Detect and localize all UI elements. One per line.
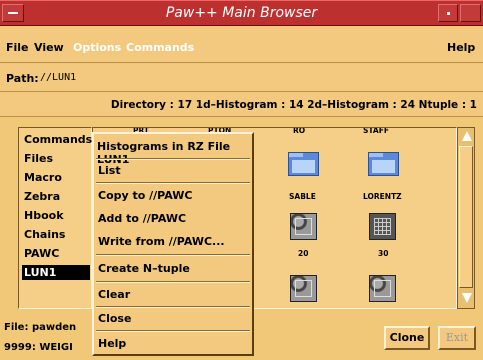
menu-item-close[interactable]: Close: [98, 312, 131, 325]
clone-button[interactable]: Clone: [384, 326, 430, 350]
icon-label-staff: STAFF: [363, 127, 389, 135]
menu-item-list[interactable]: List: [98, 164, 121, 177]
directory-summary: Directory : 17 1d–Histogram : 14 2d–Hist…: [110, 99, 477, 111]
menu-separator: [96, 330, 250, 332]
window-titlebar[interactable]: Paw++ Main Browser: [0, 0, 483, 26]
list-item-commands[interactable]: Commands: [22, 132, 92, 147]
exit-button[interactable]: Exit: [438, 326, 476, 350]
folder-icon[interactable]: [288, 152, 319, 176]
context-menu-title: Histograms in RZ File LUN1: [97, 140, 231, 166]
menu-item-clear[interactable]: Clear: [98, 288, 130, 301]
icon-label-30: 30: [378, 249, 389, 258]
icon-label-20: 20: [298, 249, 309, 258]
status-file: File: pawden: [4, 322, 77, 333]
histogram-2d-icon[interactable]: [369, 275, 396, 302]
maximize-button[interactable]: [460, 4, 481, 22]
menu-view[interactable]: View: [34, 41, 64, 54]
icon-label-ro: RO: [293, 127, 306, 135]
folder-icon[interactable]: [368, 152, 399, 176]
menu-separator: [96, 281, 250, 283]
status-object: 9999: WEIGI: [4, 342, 73, 353]
list-item-files[interactable]: Files: [22, 151, 90, 166]
menu-separator: [96, 306, 250, 308]
menu-item-copy[interactable]: Copy to //PAWC: [98, 189, 192, 202]
window-title: Paw++ Main Browser: [165, 5, 318, 21]
scroll-down-icon[interactable]: [462, 293, 472, 303]
path-value: //LUN1: [40, 72, 77, 83]
menu-item-add[interactable]: Add to //PAWC: [98, 212, 186, 225]
menu-separator: [96, 182, 250, 184]
menu-commands[interactable]: Commands: [126, 41, 194, 54]
menubar: File View Options Commands Help: [0, 27, 483, 63]
menu-file[interactable]: File: [6, 41, 29, 54]
list-item-macro[interactable]: Macro: [22, 170, 90, 185]
browsable-list: Commands Files Macro Zebra Hbook Chains …: [18, 127, 92, 309]
histogram-grid-icon[interactable]: [369, 213, 396, 240]
menu-item-write[interactable]: Write from //PAWC...: [98, 235, 225, 248]
list-item-lun1[interactable]: LUN1: [22, 265, 90, 280]
list-item-chains[interactable]: Chains: [22, 227, 90, 242]
list-item-hbook[interactable]: Hbook: [22, 208, 90, 223]
directory-summary-row: Directory : 17 1d–Histogram : 14 2d–Hist…: [0, 93, 483, 117]
minimize-button[interactable]: [438, 4, 458, 22]
menu-separator: [96, 254, 250, 256]
list-item-pawc[interactable]: PAWC: [22, 246, 90, 261]
icon-label-lorentz: LORENTZ: [363, 192, 402, 201]
path-label: Path:: [6, 72, 39, 85]
path-row: Path: //LUN1: [0, 64, 483, 92]
histogram-2d-icon[interactable]: [290, 213, 317, 240]
context-menu: Histograms in RZ File LUN1 List Copy to …: [92, 132, 254, 356]
scroll-thumb[interactable]: [459, 146, 473, 288]
menu-help[interactable]: Help: [447, 41, 475, 54]
list-item-zebra[interactable]: Zebra: [22, 189, 90, 204]
menu-options[interactable]: Options: [73, 41, 121, 54]
icon-label-sable: SABLE: [289, 192, 316, 201]
vertical-scrollbar[interactable]: [457, 127, 475, 309]
scroll-up-icon[interactable]: [462, 131, 472, 141]
menu-separator: [96, 158, 250, 160]
histogram-2d-icon[interactable]: [290, 275, 317, 302]
menu-item-help[interactable]: Help: [98, 337, 126, 350]
menu-item-create-ntuple[interactable]: Create N–tuple: [98, 262, 190, 275]
